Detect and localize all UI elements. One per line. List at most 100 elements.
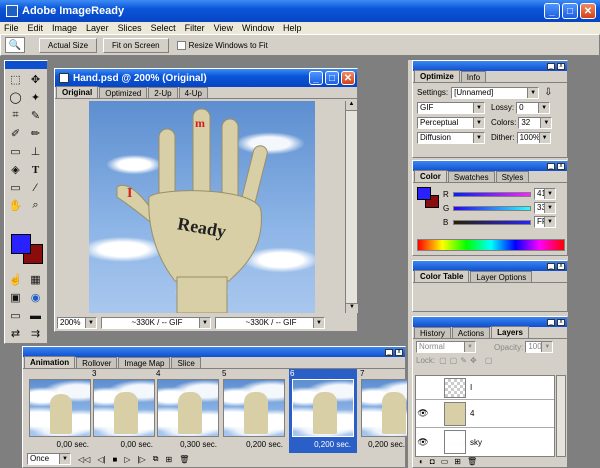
- new-set-icon[interactable]: ▭: [441, 457, 449, 467]
- tab-rollover[interactable]: Rollover: [76, 357, 118, 368]
- r-slider[interactable]: [453, 191, 531, 197]
- close-button[interactable]: ✕: [580, 3, 596, 19]
- canvas-image[interactable]: Ready I m: [89, 101, 315, 313]
- menu-image[interactable]: Image: [52, 23, 77, 33]
- zoom-tool-icon[interactable]: 🔍: [5, 37, 25, 53]
- tab-actions[interactable]: Actions: [451, 327, 491, 338]
- maximize-button[interactable]: □: [562, 3, 578, 19]
- layer-row[interactable]: 👁 sky: [416, 428, 554, 456]
- resize-windows-checkbox[interactable]: [176, 40, 186, 50]
- paint-bucket-icon[interactable]: ◈: [7, 161, 24, 178]
- next-frame-icon[interactable]: |▷: [138, 455, 146, 464]
- menu-edit[interactable]: Edit: [28, 23, 44, 33]
- tab-optimized[interactable]: Optimized: [99, 87, 148, 98]
- menu-filter[interactable]: Filter: [185, 23, 205, 33]
- preview-browser-icon[interactable]: ◉: [27, 289, 44, 306]
- loop-select[interactable]: Once: [27, 453, 71, 465]
- text-tool-icon[interactable]: T: [27, 161, 44, 178]
- b-slider[interactable]: [453, 219, 531, 225]
- fit-on-screen-button[interactable]: Fit on Screen: [103, 37, 169, 53]
- delete-frame-icon[interactable]: 🗑: [179, 455, 189, 464]
- rollover-preview-icon[interactable]: ☝: [7, 271, 24, 288]
- crop-tool-icon[interactable]: ⌗: [7, 107, 24, 124]
- animation-frame[interactable]: 4 0,300 sec.: [155, 369, 221, 453]
- r-input[interactable]: 41: [534, 188, 556, 200]
- frame-delay[interactable]: 0,00 sec.: [91, 440, 153, 449]
- tween-icon[interactable]: ⧉: [153, 454, 159, 464]
- first-frame-icon[interactable]: ◁◁: [78, 455, 90, 464]
- frame-delay[interactable]: 0,200 sec.: [289, 440, 351, 449]
- document-scrollbar[interactable]: ▲ ▼: [345, 101, 358, 313]
- doc-close-button[interactable]: ✕: [341, 71, 355, 85]
- format-select[interactable]: GIF: [417, 101, 485, 114]
- layer-row[interactable]: I: [416, 376, 554, 400]
- tab-original[interactable]: Original: [56, 86, 99, 98]
- animation-frame[interactable]: 0,00 sec.: [27, 369, 93, 453]
- frame-delay[interactable]: 0,300 sec.: [155, 440, 217, 449]
- stamp-tool-icon[interactable]: ⊥: [27, 143, 44, 160]
- eye-icon[interactable]: 👁: [416, 437, 430, 448]
- layer-row[interactable]: 👁 4: [416, 400, 554, 428]
- lossy-input[interactable]: 0: [516, 101, 551, 114]
- prev-frame-icon[interactable]: ◁|: [97, 455, 105, 464]
- slice-tool-icon[interactable]: ✎: [27, 107, 44, 124]
- tab-2-up[interactable]: 2-Up: [148, 87, 178, 98]
- move-tool-icon[interactable]: ✥: [27, 71, 44, 88]
- tab-info[interactable]: Info: [460, 71, 487, 82]
- dither-input[interactable]: 100%: [516, 131, 551, 144]
- size-info-2[interactable]: ~330K / -- GIF: [215, 317, 325, 329]
- rectangle-tool-icon[interactable]: ▭: [7, 179, 24, 196]
- pencil-tool-icon[interactable]: ✏: [27, 125, 44, 142]
- new-layer-icon[interactable]: ⊞: [454, 457, 461, 467]
- brush-tool-icon[interactable]: ✐: [7, 125, 24, 142]
- blend-mode-select[interactable]: Normal: [416, 341, 476, 353]
- marquee-tool-icon[interactable]: ⬚: [7, 71, 24, 88]
- color-fg-bg-swatch[interactable]: [417, 187, 441, 209]
- zoom-tool-box-icon[interactable]: ⌕: [27, 197, 44, 214]
- menu-help[interactable]: Help: [283, 23, 302, 33]
- delete-layer-icon[interactable]: 🗑: [467, 457, 477, 467]
- opacity-input[interactable]: 100%: [525, 341, 554, 353]
- magic-wand-icon[interactable]: ✦: [27, 89, 44, 106]
- screen-mode-icon[interactable]: ▭: [7, 307, 24, 324]
- animation-frame-selected[interactable]: 6 0,200 sec.: [289, 369, 357, 453]
- frame-delay[interactable]: 0,00 sec.: [27, 440, 89, 449]
- duplicate-frame-icon[interactable]: ⊞: [166, 455, 173, 464]
- reduction-select[interactable]: Perceptual: [417, 116, 485, 129]
- jump-to-other-icon[interactable]: ⇉: [27, 325, 44, 342]
- animation-frame[interactable]: 7 0,200 sec.: [359, 369, 407, 453]
- tab-slice[interactable]: Slice: [171, 357, 201, 368]
- menu-window[interactable]: Window: [242, 23, 274, 33]
- play-icon[interactable]: ▷: [124, 455, 130, 464]
- color-spectrum-bar[interactable]: [417, 239, 565, 251]
- menu-view[interactable]: View: [214, 23, 233, 33]
- menu-select[interactable]: Select: [151, 23, 176, 33]
- tab-styles[interactable]: Styles: [495, 171, 530, 182]
- animation-frame[interactable]: 3 0,00 sec.: [91, 369, 157, 453]
- full-screen-icon[interactable]: ▬: [27, 307, 44, 324]
- tab-color[interactable]: Color: [414, 170, 447, 182]
- lock-icons[interactable]: ▢▢✎✥ ▢: [439, 356, 495, 365]
- eye-icon[interactable]: 👁: [416, 408, 430, 419]
- optimize-menu-icon[interactable]: ⇩: [544, 87, 552, 98]
- frame-delay[interactable]: 0,200 sec.: [359, 440, 405, 449]
- tab-layer-options[interactable]: Layer Options: [470, 271, 533, 282]
- menu-layer[interactable]: Layer: [86, 23, 109, 33]
- hand-tool-icon[interactable]: ✋: [7, 197, 24, 214]
- lasso-tool-icon[interactable]: ◯: [7, 89, 24, 106]
- eraser-tool-icon[interactable]: ▭: [7, 143, 24, 160]
- tab-4-up[interactable]: 4-Up: [178, 87, 208, 98]
- tab-optimize[interactable]: Optimize: [414, 70, 460, 82]
- tab-swatches[interactable]: Swatches: [447, 171, 495, 182]
- foreground-color[interactable]: [11, 234, 31, 254]
- doc-maximize-button[interactable]: □: [325, 71, 339, 85]
- animation-frame[interactable]: 5 0,200 sec.: [221, 369, 287, 453]
- g-slider[interactable]: [453, 205, 531, 211]
- tab-history[interactable]: History: [414, 327, 451, 338]
- tab-color-table[interactable]: Color Table: [414, 270, 470, 282]
- settings-select[interactable]: [Unnamed]: [451, 86, 540, 99]
- b-input[interactable]: FF: [534, 216, 556, 228]
- color-swatches[interactable]: [11, 234, 45, 266]
- doc-minimize-button[interactable]: _: [309, 71, 323, 85]
- layer-mask-icon[interactable]: ◘: [430, 457, 435, 467]
